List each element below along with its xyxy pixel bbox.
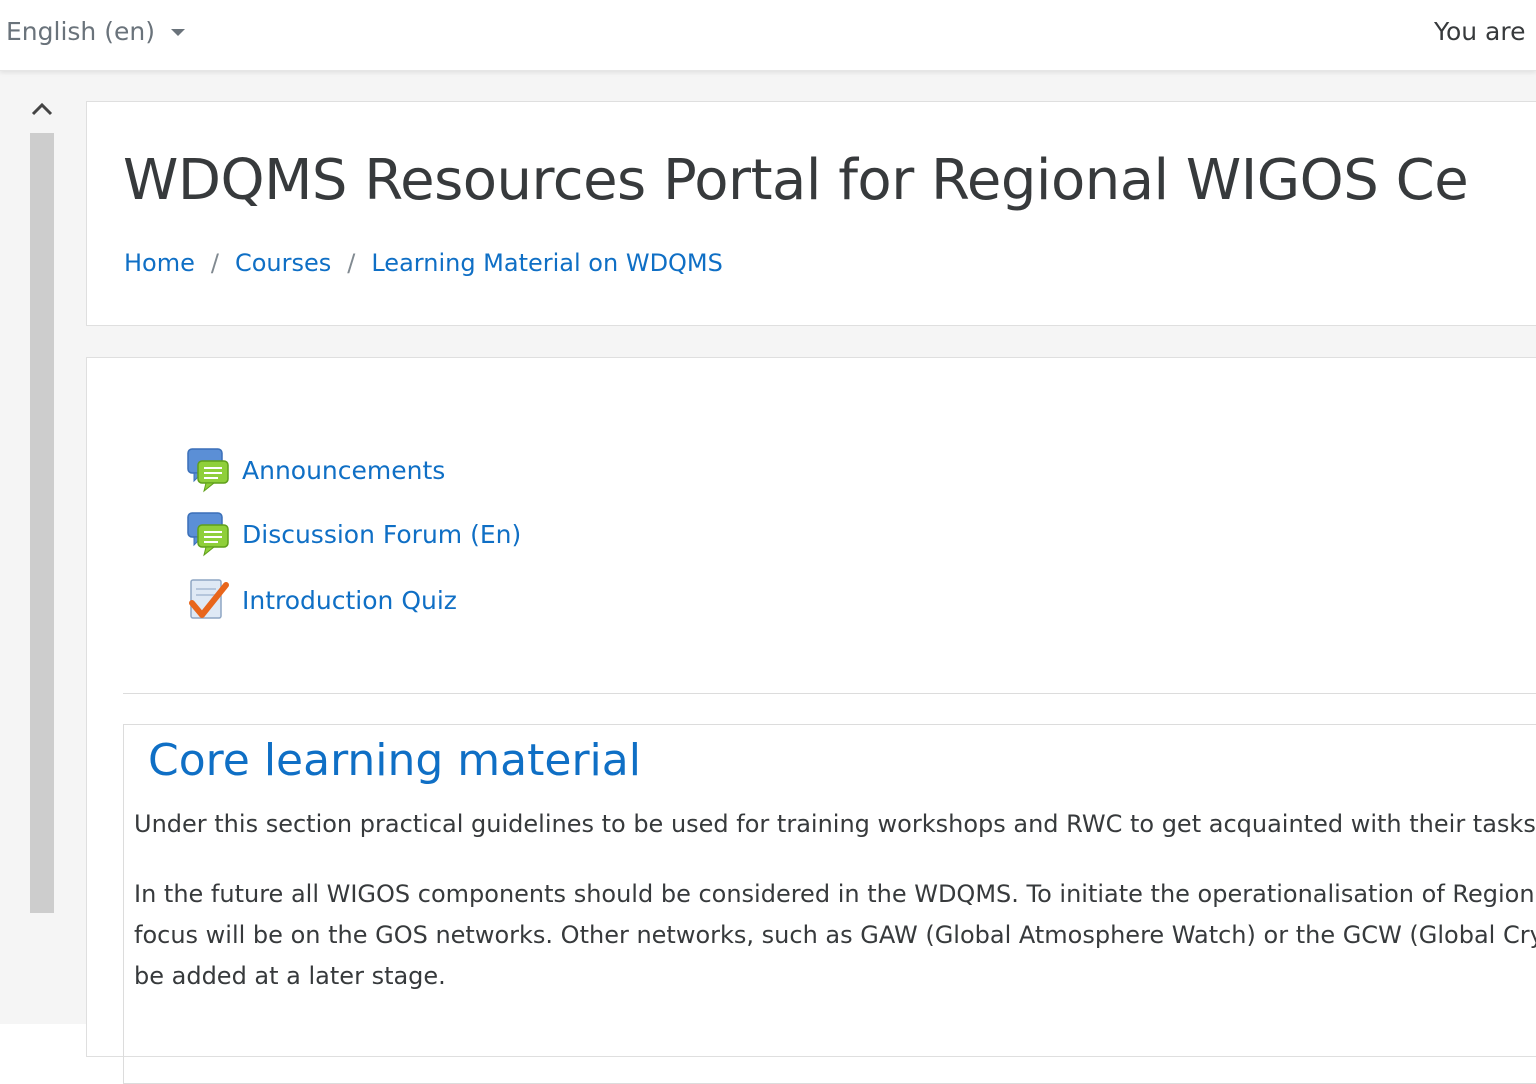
page-title: WDQMS Resources Portal for Regional WIGO… <box>123 148 1469 213</box>
breadcrumb-courses[interactable]: Courses <box>235 249 331 277</box>
activity-discussion-forum[interactable]: Discussion Forum (En) <box>186 511 521 557</box>
quiz-icon <box>186 577 232 623</box>
language-menu[interactable]: English (en) <box>6 17 185 46</box>
chevron-up-icon[interactable] <box>28 95 56 123</box>
activity-link[interactable]: Announcements <box>242 456 445 485</box>
forum-icon <box>186 511 232 557</box>
forum-icon <box>186 447 232 493</box>
section-paragraph: In the future all WIGOS components shoul… <box>134 880 1535 908</box>
section-core-learning-material: Core learning material Under this sectio… <box>123 724 1536 1084</box>
activity-link[interactable]: Discussion Forum (En) <box>242 520 521 549</box>
language-label: English (en) <box>6 17 155 46</box>
section-paragraph: focus will be on the GOS networks. Other… <box>134 921 1536 949</box>
scrollbar-thumb[interactable] <box>30 133 54 913</box>
page-header: WDQMS Resources Portal for Regional WIGO… <box>86 101 1536 326</box>
activity-announcements[interactable]: Announcements <box>186 447 445 493</box>
scrollbar[interactable] <box>28 95 56 1024</box>
section-divider <box>123 693 1536 694</box>
top-navbar: English (en) You are … <box>0 0 1536 71</box>
chevron-down-icon <box>170 29 185 36</box>
section-paragraph: Under this section practical guidelines … <box>134 810 1536 838</box>
section-paragraph: be added at a later stage. <box>134 962 446 990</box>
breadcrumb-home[interactable]: Home <box>124 249 195 277</box>
breadcrumb-separator: / <box>210 249 219 277</box>
breadcrumb-course[interactable]: Learning Material on WDQMS <box>371 249 723 277</box>
breadcrumb-separator: / <box>347 249 356 277</box>
user-info-text: You are … <box>1434 17 1536 46</box>
activity-introduction-quiz[interactable]: Introduction Quiz <box>186 577 457 623</box>
section-title[interactable]: Core learning material <box>148 735 641 786</box>
breadcrumb: Home / Courses / Learning Material on WD… <box>124 249 723 277</box>
activity-link[interactable]: Introduction Quiz <box>242 586 457 615</box>
course-content: Announcements Discussion Forum (En) Intr… <box>86 357 1536 1084</box>
